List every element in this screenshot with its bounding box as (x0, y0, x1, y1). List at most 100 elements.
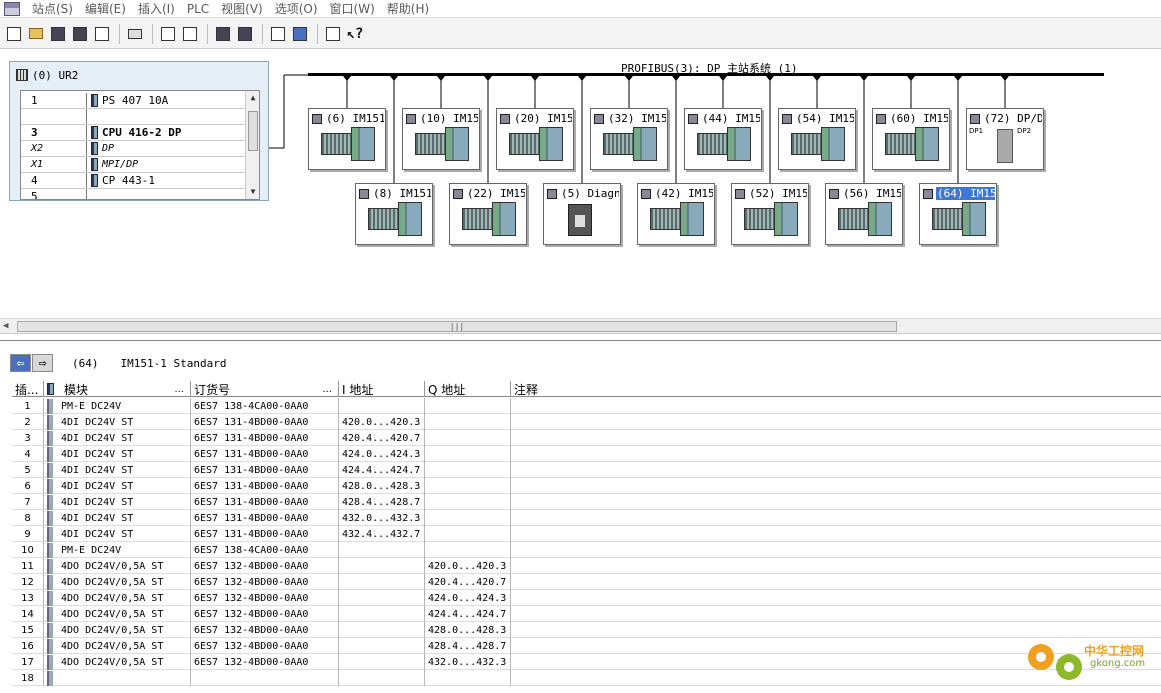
rack-scrollbar[interactable]: ▲ ▼ (245, 91, 259, 199)
module-cell[interactable]: 4DO DC24V/0,5A ST (44, 574, 191, 590)
slot-cell[interactable]: 1 (12, 398, 44, 414)
q-address-cell[interactable]: 420.4...420.7 (425, 574, 511, 590)
module-cell[interactable]: 4DO DC24V/0,5A ST (44, 590, 191, 606)
order-number-cell[interactable]: 6ES7 132-4BD00-0AA0 (191, 622, 339, 638)
rack-slot-row[interactable]: 1 PS 407 10A (21, 93, 245, 109)
module-cell[interactable]: 4DI DC24V ST (44, 446, 191, 462)
order-number-cell[interactable]: 6ES7 138-4CA00-0AA0 (191, 542, 339, 558)
dp-slave-station[interactable]: (22) IM15 (449, 183, 527, 245)
dp-slave-station[interactable]: (44) IM15 (684, 108, 762, 170)
col-header-module[interactable]: 模块 ... (44, 381, 191, 397)
i-address-cell[interactable]: 424.0...424.3 (339, 446, 425, 462)
table-row[interactable]: 2 4DI DC24V ST 6ES7 131-4BD00-0AA0 420.0...… (12, 414, 1161, 430)
table-row[interactable]: 13 4DO DC24V/0,5A ST 6ES7 132-4BD00-0AA0 42… (12, 590, 1161, 606)
slot-cell[interactable]: 2 (12, 414, 44, 430)
back-button[interactable]: ⇦ (10, 354, 31, 372)
table-row[interactable]: 4 4DI DC24V ST 6ES7 131-4BD00-0AA0 424.0...… (12, 446, 1161, 462)
slot-cell[interactable]: 4 (12, 446, 44, 462)
dp-slave-station[interactable]: (54) IM15 (778, 108, 856, 170)
comment-cell[interactable] (511, 542, 1161, 558)
table-row[interactable]: 3 4DI DC24V ST 6ES7 131-4BD00-0AA0 420.4...… (12, 430, 1161, 446)
dp-slave-station[interactable]: (8) IM151 (355, 183, 433, 245)
q-address-cell[interactable] (425, 670, 511, 686)
order-number-cell[interactable]: 6ES7 131-4BD00-0AA0 (191, 414, 339, 430)
comment-cell[interactable] (511, 462, 1161, 478)
i-address-cell[interactable]: 428.0...428.3 (339, 478, 425, 494)
dp-slave-station[interactable]: (52) IM15 (731, 183, 809, 245)
i-address-cell[interactable] (339, 638, 425, 654)
slot-cell[interactable]: 10 (12, 542, 44, 558)
scroll-up-icon[interactable]: ▲ (248, 93, 258, 103)
scroll-thumb[interactable]: ||| (17, 321, 897, 332)
q-address-cell[interactable]: 420.0...420.3 (425, 558, 511, 574)
menu-plc[interactable]: PLC (181, 2, 215, 16)
view-button[interactable] (290, 24, 310, 44)
module-cell[interactable]: 4DO DC24V/0,5A ST (44, 606, 191, 622)
save-button[interactable] (70, 24, 90, 44)
q-address-cell[interactable]: 424.0...424.3 (425, 590, 511, 606)
print-button[interactable] (125, 24, 145, 44)
module-cell[interactable]: 4DI DC24V ST (44, 478, 191, 494)
slot-cell[interactable]: 11 (12, 558, 44, 574)
comment-cell[interactable] (511, 430, 1161, 446)
slot-cell[interactable]: 15 (12, 622, 44, 638)
i-address-cell[interactable]: 420.0...420.3 (339, 414, 425, 430)
q-address-cell[interactable]: 428.4...428.7 (425, 638, 511, 654)
dp-slave-station[interactable]: (42) IM15 (637, 183, 715, 245)
table-row[interactable]: 9 4DI DC24V ST 6ES7 131-4BD00-0AA0 432.4...… (12, 526, 1161, 542)
i-address-cell[interactable]: 428.4...428.7 (339, 494, 425, 510)
scroll-left-icon[interactable]: ◀ (3, 321, 8, 331)
scroll-thumb[interactable] (248, 111, 258, 151)
col-header-order[interactable]: 订货号 ... (191, 381, 339, 397)
slot-cell[interactable]: 14 (12, 606, 44, 622)
i-address-cell[interactable]: 432.4...432.7 (339, 526, 425, 542)
i-address-cell[interactable] (339, 558, 425, 574)
comment-cell[interactable] (511, 606, 1161, 622)
module-cell[interactable]: 4DI DC24V ST (44, 494, 191, 510)
order-number-cell[interactable]: 6ES7 131-4BD00-0AA0 (191, 446, 339, 462)
q-address-cell[interactable]: 432.0...432.3 (425, 654, 511, 670)
module-cell[interactable]: 4DO DC24V/0,5A ST (44, 638, 191, 654)
comment-cell[interactable] (511, 414, 1161, 430)
compile-button[interactable] (92, 24, 112, 44)
table-row[interactable]: 12 4DO DC24V/0,5A ST 6ES7 132-4BD00-0AA0 42… (12, 574, 1161, 590)
network-button[interactable] (48, 24, 68, 44)
app-icon[interactable] (4, 1, 20, 16)
slot-cell[interactable]: 5 (12, 462, 44, 478)
order-number-cell[interactable]: 6ES7 131-4BD00-0AA0 (191, 478, 339, 494)
q-address-cell[interactable] (425, 462, 511, 478)
order-number-cell[interactable]: 6ES7 131-4BD00-0AA0 (191, 526, 339, 542)
table-row[interactable]: 8 4DI DC24V ST 6ES7 131-4BD00-0AA0 432.0...… (12, 510, 1161, 526)
paste-button[interactable] (180, 24, 200, 44)
open-button[interactable] (26, 24, 46, 44)
diagram-horizontal-scrollbar[interactable]: ◀ ||| (0, 318, 1161, 334)
order-number-cell[interactable]: 6ES7 132-4BD00-0AA0 (191, 558, 339, 574)
order-number-cell[interactable]: 6ES7 131-4BD00-0AA0 (191, 430, 339, 446)
rack-slot-row[interactable] (21, 109, 245, 125)
table-row[interactable]: 11 4DO DC24V/0,5A ST 6ES7 132-4BD00-0AA0 42… (12, 558, 1161, 574)
order-number-cell[interactable]: 6ES7 132-4BD00-0AA0 (191, 574, 339, 590)
catalog-button[interactable] (268, 24, 288, 44)
help-button[interactable]: ↖? (345, 24, 365, 44)
col-header-comment[interactable]: 注释 (511, 381, 1161, 397)
q-address-cell[interactable] (425, 414, 511, 430)
order-number-cell[interactable]: 6ES7 132-4BD00-0AA0 (191, 654, 339, 670)
q-address-cell[interactable]: 424.4...424.7 (425, 606, 511, 622)
table-row[interactable]: 18 (12, 670, 1161, 686)
module-cell[interactable]: 4DI DC24V ST (44, 526, 191, 542)
rack-slot-row[interactable]: X1 MPI/DP (21, 157, 245, 173)
order-number-cell[interactable]: 6ES7 131-4BD00-0AA0 (191, 462, 339, 478)
module-cell[interactable]: 4DO DC24V/0,5A ST (44, 622, 191, 638)
comment-cell[interactable] (511, 526, 1161, 542)
table-row[interactable]: 16 4DO DC24V/0,5A ST 6ES7 132-4BD00-0AA0 42… (12, 638, 1161, 654)
i-address-cell[interactable] (339, 654, 425, 670)
i-address-cell[interactable]: 432.0...432.3 (339, 510, 425, 526)
rack-slot-row[interactable]: 5 (21, 189, 245, 199)
order-number-cell[interactable] (191, 670, 339, 686)
module-cell[interactable]: PM-E DC24V (44, 542, 191, 558)
menu-station[interactable]: 站点(S) (26, 0, 79, 17)
comment-cell[interactable] (511, 478, 1161, 494)
menu-window[interactable]: 窗口(W) (324, 0, 381, 17)
table-row[interactable]: 17 4DO DC24V/0,5A ST 6ES7 132-4BD00-0AA0 43… (12, 654, 1161, 670)
slot-cell[interactable]: 7 (12, 494, 44, 510)
